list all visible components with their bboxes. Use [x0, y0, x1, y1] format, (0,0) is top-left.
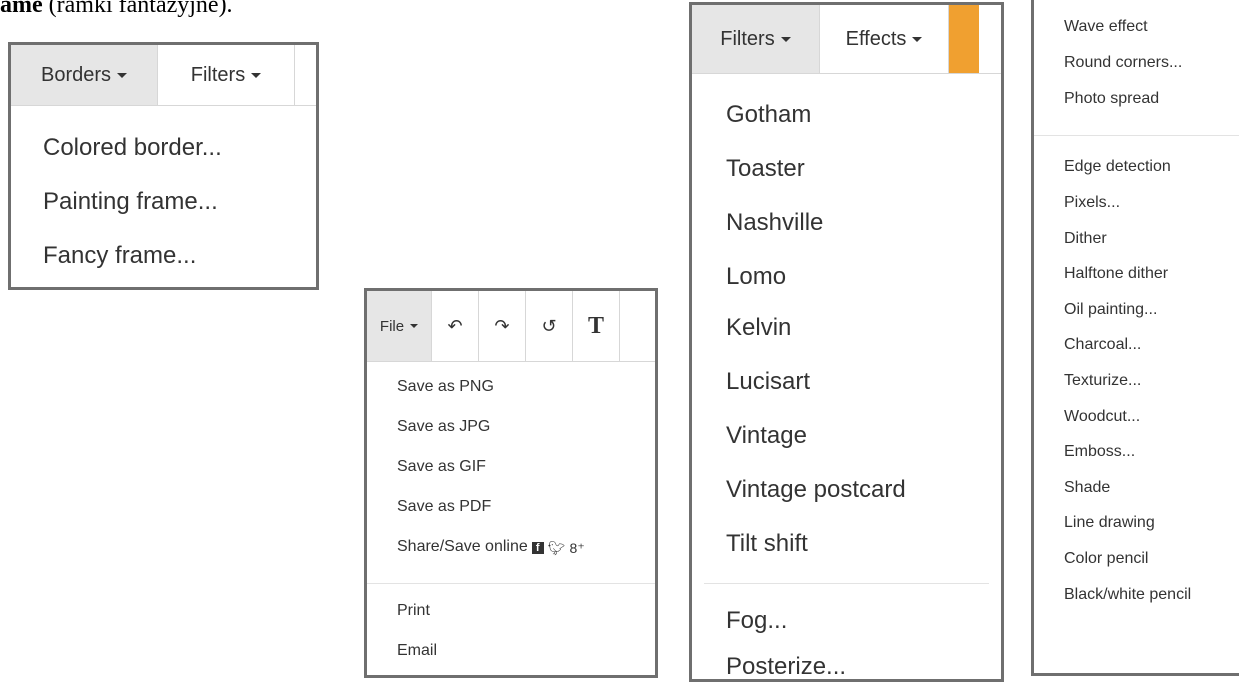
- redo-icon: ↷: [494, 315, 510, 336]
- menu-item-fog[interactable]: Fog...: [726, 607, 787, 635]
- rotate-button[interactable]: ↺: [526, 291, 573, 361]
- google-plus-icon[interactable]: 8⁺: [570, 540, 585, 557]
- menu-item-photo-spread[interactable]: Photo spread: [1064, 90, 1159, 108]
- menu-item-email[interactable]: Email: [397, 642, 437, 660]
- menu-item-dither[interactable]: Dither: [1064, 230, 1107, 248]
- menu-divider: [704, 583, 989, 584]
- borders-label: Borders: [40, 63, 112, 86]
- menu-item-vintage-postcard[interactable]: Vintage postcard: [726, 476, 906, 504]
- menu-item-vintage[interactable]: Vintage: [726, 422, 807, 450]
- menu-item-lomo[interactable]: Lomo: [726, 263, 786, 291]
- caret-down-icon: [251, 72, 262, 78]
- text-icon: T: [587, 312, 604, 339]
- menu-item-charcoal[interactable]: Charcoal...: [1064, 336, 1141, 354]
- menu-item-black-white-pencil[interactable]: Black/white pencil: [1064, 586, 1191, 604]
- menu-item-save-gif[interactable]: Save as GIF: [397, 458, 486, 476]
- menu-item-save-png[interactable]: Save as PNG: [397, 378, 494, 396]
- caret-down-icon: [912, 36, 923, 42]
- menu-item-color-pencil[interactable]: Color pencil: [1064, 550, 1148, 568]
- menu-item-painting-frame[interactable]: Painting frame...: [43, 188, 218, 216]
- facebook-icon[interactable]: f: [531, 542, 544, 554]
- filters-label: Filters: [720, 27, 775, 50]
- menu-item-shade[interactable]: Shade: [1064, 479, 1110, 497]
- menu-item-share-save-online[interactable]: Share/Save online f 🐦︎ 8⁺: [397, 538, 585, 557]
- toolbar: File ↶ ↷ ↺ T: [367, 291, 655, 362]
- menu-item-round-corners[interactable]: Round corners...: [1064, 54, 1182, 72]
- menu-divider: [1034, 135, 1239, 136]
- caret-down-icon: [117, 72, 128, 78]
- caret-down-icon: [410, 324, 419, 328]
- share-label: Share/Save online: [397, 538, 528, 555]
- menu-item-save-pdf[interactable]: Save as PDF: [397, 498, 491, 516]
- filters-menu-button[interactable]: Filters: [158, 45, 295, 105]
- file-label: File: [379, 317, 405, 335]
- effects-menu-panel: Wave effect Round corners... Photo sprea…: [1031, 0, 1239, 676]
- rotate-icon: ↺: [541, 315, 557, 336]
- menu-item-fancy-frame[interactable]: Fancy frame...: [43, 242, 196, 270]
- filters-label: Filters: [190, 63, 246, 86]
- menu-item-posterize[interactable]: Posterize...: [726, 653, 846, 681]
- effects-label: Effects: [845, 27, 907, 50]
- filters-menu-button[interactable]: Filters: [692, 5, 820, 73]
- text-tool-button[interactable]: T: [573, 291, 620, 361]
- menu-item-save-jpg[interactable]: Save as JPG: [397, 418, 490, 436]
- caption-rest: (ramki fantazyjne).: [42, 0, 233, 18]
- menu-item-colored-border[interactable]: Colored border...: [43, 134, 222, 162]
- caret-down-icon: [780, 36, 791, 42]
- menu-divider: [367, 583, 655, 584]
- menu-item-lucisart[interactable]: Lucisart: [726, 368, 810, 396]
- menu-bar: Filters Effects: [692, 5, 1001, 74]
- menu-item-halftone-dither[interactable]: Halftone dither: [1064, 265, 1168, 283]
- menu-item-gotham[interactable]: Gotham: [726, 101, 811, 129]
- undo-icon: ↶: [447, 315, 463, 336]
- undo-button[interactable]: ↶: [432, 291, 479, 361]
- twitter-icon[interactable]: 🐦︎: [548, 540, 566, 557]
- menu-item-toaster[interactable]: Toaster: [726, 155, 805, 183]
- menu-item-pixels[interactable]: Pixels...: [1064, 194, 1120, 212]
- menu-item-line-drawing[interactable]: Line drawing: [1064, 514, 1155, 532]
- menu-bar: Borders Filters: [11, 45, 316, 106]
- menu-item-nashville[interactable]: Nashville: [726, 209, 823, 237]
- caption-text: ame (ramki fantazyjne).: [0, 0, 300, 26]
- menu-item-emboss[interactable]: Emboss...: [1064, 443, 1135, 461]
- menu-item-edge-detection[interactable]: Edge detection: [1064, 158, 1171, 176]
- file-menu-panel: File ↶ ↷ ↺ T Save as PNG Save as JPG Sav…: [364, 288, 658, 678]
- menu-item-tilt-shift[interactable]: Tilt shift: [726, 530, 808, 558]
- menu-item-woodcut[interactable]: Woodcut...: [1064, 408, 1140, 426]
- menu-item-kelvin[interactable]: Kelvin: [726, 314, 791, 342]
- menu-item-texturize[interactable]: Texturize...: [1064, 372, 1141, 390]
- menu-item-wave-effect[interactable]: Wave effect: [1064, 18, 1148, 36]
- menu-item-oil-painting[interactable]: Oil painting...: [1064, 301, 1157, 319]
- redo-button[interactable]: ↷: [479, 291, 526, 361]
- borders-menu-button[interactable]: Borders: [11, 45, 158, 105]
- effects-menu-button[interactable]: Effects: [820, 5, 949, 73]
- borders-menu-panel: Borders Filters Colored border... Painti…: [8, 42, 319, 290]
- file-menu-button[interactable]: File: [367, 291, 432, 361]
- menu-item-print[interactable]: Print: [397, 602, 430, 620]
- filters-menu-panel: Filters Effects Gotham Toaster Nashville…: [689, 2, 1004, 682]
- caption-bold: ame: [0, 0, 43, 18]
- next-menu-button[interactable]: [949, 5, 979, 73]
